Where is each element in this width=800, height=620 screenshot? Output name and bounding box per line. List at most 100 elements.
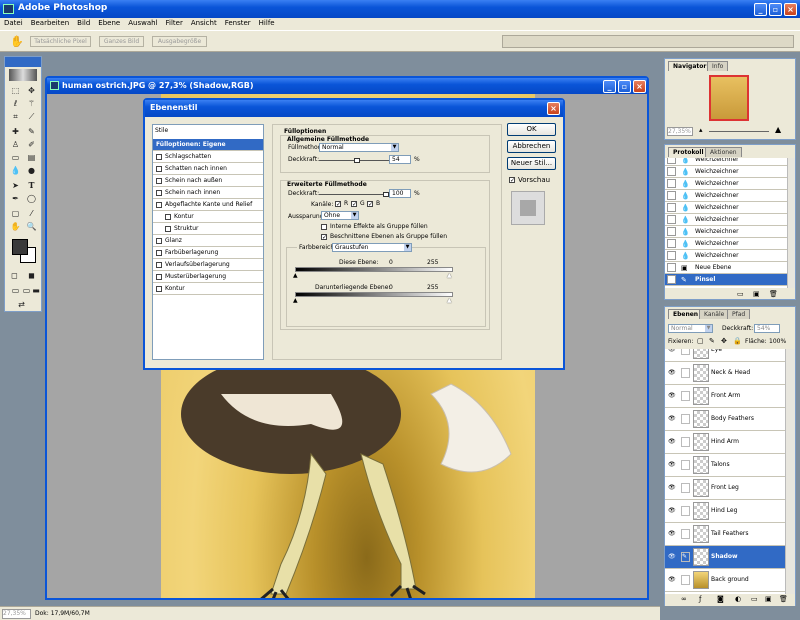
layer-mask-icon[interactable]: ◙ xyxy=(717,595,724,603)
layer-thumbnail[interactable] xyxy=(693,571,709,589)
history-item[interactable]: 💧 Weichzeichner xyxy=(665,214,787,226)
gradient-tool-icon[interactable]: ▤ xyxy=(25,152,38,163)
layer-row[interactable]: 👁 Front Leg xyxy=(665,477,785,500)
hand-tool-icon[interactable]: ✋ xyxy=(9,221,22,232)
layer-row[interactable]: 👁 Body Feathers xyxy=(665,408,785,431)
eye-icon[interactable]: 👁 xyxy=(668,392,677,399)
link-slot-icon[interactable] xyxy=(681,368,690,378)
ok-button[interactable]: OK xyxy=(507,123,556,136)
zoom-out-icon[interactable]: ▴ xyxy=(699,126,703,134)
blur-tool-icon[interactable]: 💧 xyxy=(9,165,22,176)
screen-mode-full-icon[interactable]: ▬ xyxy=(31,285,41,296)
eye-icon[interactable]: 👁 xyxy=(668,438,677,445)
layer-row[interactable]: 👁 Eye xyxy=(665,349,785,362)
history-item[interactable]: 💧 Weichzeichner xyxy=(665,226,787,238)
layer-thumbnail[interactable] xyxy=(693,502,709,520)
history-source-box[interactable] xyxy=(667,179,676,188)
history-item[interactable]: 💧 Weichzeichner xyxy=(665,250,787,262)
style-item[interactable]: Fülloptionen: Eigene xyxy=(153,139,263,151)
history-item[interactable]: 💧 Weichzeichner xyxy=(665,158,787,166)
marquee-tool-icon[interactable]: ⬚ xyxy=(9,85,22,96)
new-group-icon[interactable]: ▭ xyxy=(751,595,758,603)
eye-icon[interactable]: 👁 xyxy=(668,461,677,468)
cancel-button[interactable]: Abbrechen xyxy=(507,140,556,153)
history-source-box[interactable] xyxy=(667,263,676,272)
under-layer-white-slider[interactable]: ▲ xyxy=(447,297,452,304)
new-layer-icon[interactable]: ▣ xyxy=(765,595,772,603)
tab-paths[interactable]: Pfad xyxy=(727,309,751,319)
history-item[interactable]: ✎ Pinsel xyxy=(665,274,787,286)
brush-tool-icon[interactable]: ✎ xyxy=(25,126,38,137)
tab-actions[interactable]: Aktionen xyxy=(705,147,742,157)
preview-checkbox[interactable]: ✓ Vorschau xyxy=(509,176,550,184)
layer-row[interactable]: 👁 Back ground xyxy=(665,569,785,592)
style-checkbox[interactable] xyxy=(156,285,162,292)
eye-icon[interactable]: 👁 xyxy=(668,553,677,560)
history-source-box[interactable] xyxy=(667,227,676,236)
history-item[interactable]: 💧 Weichzeichner xyxy=(665,178,787,190)
layer-row[interactable]: 👁 Tail Feathers xyxy=(665,523,785,546)
history-source-box[interactable] xyxy=(667,215,676,224)
history-source-box[interactable] xyxy=(667,167,676,176)
style-item[interactable]: Schatten nach innen xyxy=(153,163,263,175)
slice-tool-icon[interactable]: ⟋ xyxy=(25,111,38,122)
layer-thumbnail[interactable] xyxy=(693,433,709,451)
brush-icon[interactable]: ✎ xyxy=(681,552,690,562)
minimize-button[interactable]: _ xyxy=(754,3,767,16)
move-tool-icon[interactable]: ✥ xyxy=(25,85,38,96)
style-checkbox[interactable] xyxy=(156,237,162,244)
eye-icon[interactable]: 👁 xyxy=(668,530,677,537)
navigator-zoom-slider[interactable] xyxy=(709,131,769,132)
style-item[interactable]: Schein nach außen xyxy=(153,175,263,187)
tab-navigator[interactable]: Navigator xyxy=(668,61,712,71)
style-item[interactable]: Farbüberlagerung xyxy=(153,247,263,259)
style-checkbox[interactable] xyxy=(156,201,162,208)
magic-wand-icon[interactable]: ⚚ xyxy=(25,98,38,109)
style-checkbox[interactable] xyxy=(156,261,162,268)
style-item[interactable]: Schlagschatten xyxy=(153,151,263,163)
layers-scrollbar[interactable] xyxy=(785,349,795,594)
history-source-box[interactable] xyxy=(667,158,676,164)
dialog-close-button[interactable]: × xyxy=(547,102,560,115)
fill-opacity-slider[interactable] xyxy=(319,192,389,197)
menu-hilfe[interactable]: Hilfe xyxy=(259,19,275,27)
style-item[interactable]: Musterüberlagerung xyxy=(153,271,263,283)
eraser-tool-icon[interactable]: ▭ xyxy=(9,152,22,163)
channel-g-checkbox[interactable]: ✓ G xyxy=(351,200,365,207)
style-checkbox[interactable] xyxy=(156,177,162,184)
style-checkbox[interactable] xyxy=(165,213,171,220)
fit-screen-button[interactable]: Ganzes Bild xyxy=(99,36,144,47)
style-item[interactable]: Struktur xyxy=(153,223,263,235)
history-brush-icon[interactable]: ✐ xyxy=(25,139,38,150)
style-item[interactable]: Kontur xyxy=(153,211,263,223)
history-item[interactable]: 💧 Weichzeichner xyxy=(665,238,787,250)
style-item[interactable]: Schein nach innen xyxy=(153,187,263,199)
channel-b-checkbox[interactable]: ✓ B xyxy=(367,200,380,207)
pen-tool-icon[interactable]: ✒ xyxy=(9,193,22,204)
layer-fill-value[interactable]: 100% xyxy=(769,338,786,345)
layer-row[interactable]: 👁 Hind Arm xyxy=(665,431,785,454)
style-checkbox[interactable] xyxy=(156,273,162,280)
internal-effects-checkbox[interactable]: Interne Effekte als Gruppe füllen xyxy=(321,223,428,230)
style-checkbox[interactable] xyxy=(165,225,171,232)
eyedropper-icon[interactable]: ⁄ xyxy=(25,208,38,219)
hand-tool-icon[interactable]: ✋ xyxy=(10,35,24,48)
standard-mode-icon[interactable]: ◻ xyxy=(8,270,21,281)
navigator-zoom[interactable]: 27,35% xyxy=(667,127,693,136)
layer-row[interactable]: 👁 Neck & Head xyxy=(665,362,785,385)
status-zoom[interactable]: 27,35% xyxy=(2,609,31,619)
blend-mode-select[interactable]: Normal ▼ xyxy=(319,143,399,152)
style-checkbox[interactable] xyxy=(156,153,162,160)
under-layer-black-slider[interactable]: ▲ xyxy=(293,297,298,304)
link-slot-icon[interactable] xyxy=(681,483,690,493)
history-source-box[interactable] xyxy=(667,191,676,200)
channel-r-checkbox[interactable]: ✓ R xyxy=(335,200,348,207)
foreground-color-swatch[interactable] xyxy=(12,239,28,255)
new-style-button[interactable]: Neuer Stil... xyxy=(507,157,556,170)
eye-icon[interactable]: 👁 xyxy=(668,415,677,422)
menu-filter[interactable]: Filter xyxy=(166,19,183,27)
history-source-box[interactable] xyxy=(667,239,676,248)
print-size-button[interactable]: Ausgabegröße xyxy=(152,36,207,47)
new-snapshot-icon[interactable]: ▭ xyxy=(737,290,744,298)
layer-row[interactable]: 👁 ✎ Shadow xyxy=(665,546,785,569)
